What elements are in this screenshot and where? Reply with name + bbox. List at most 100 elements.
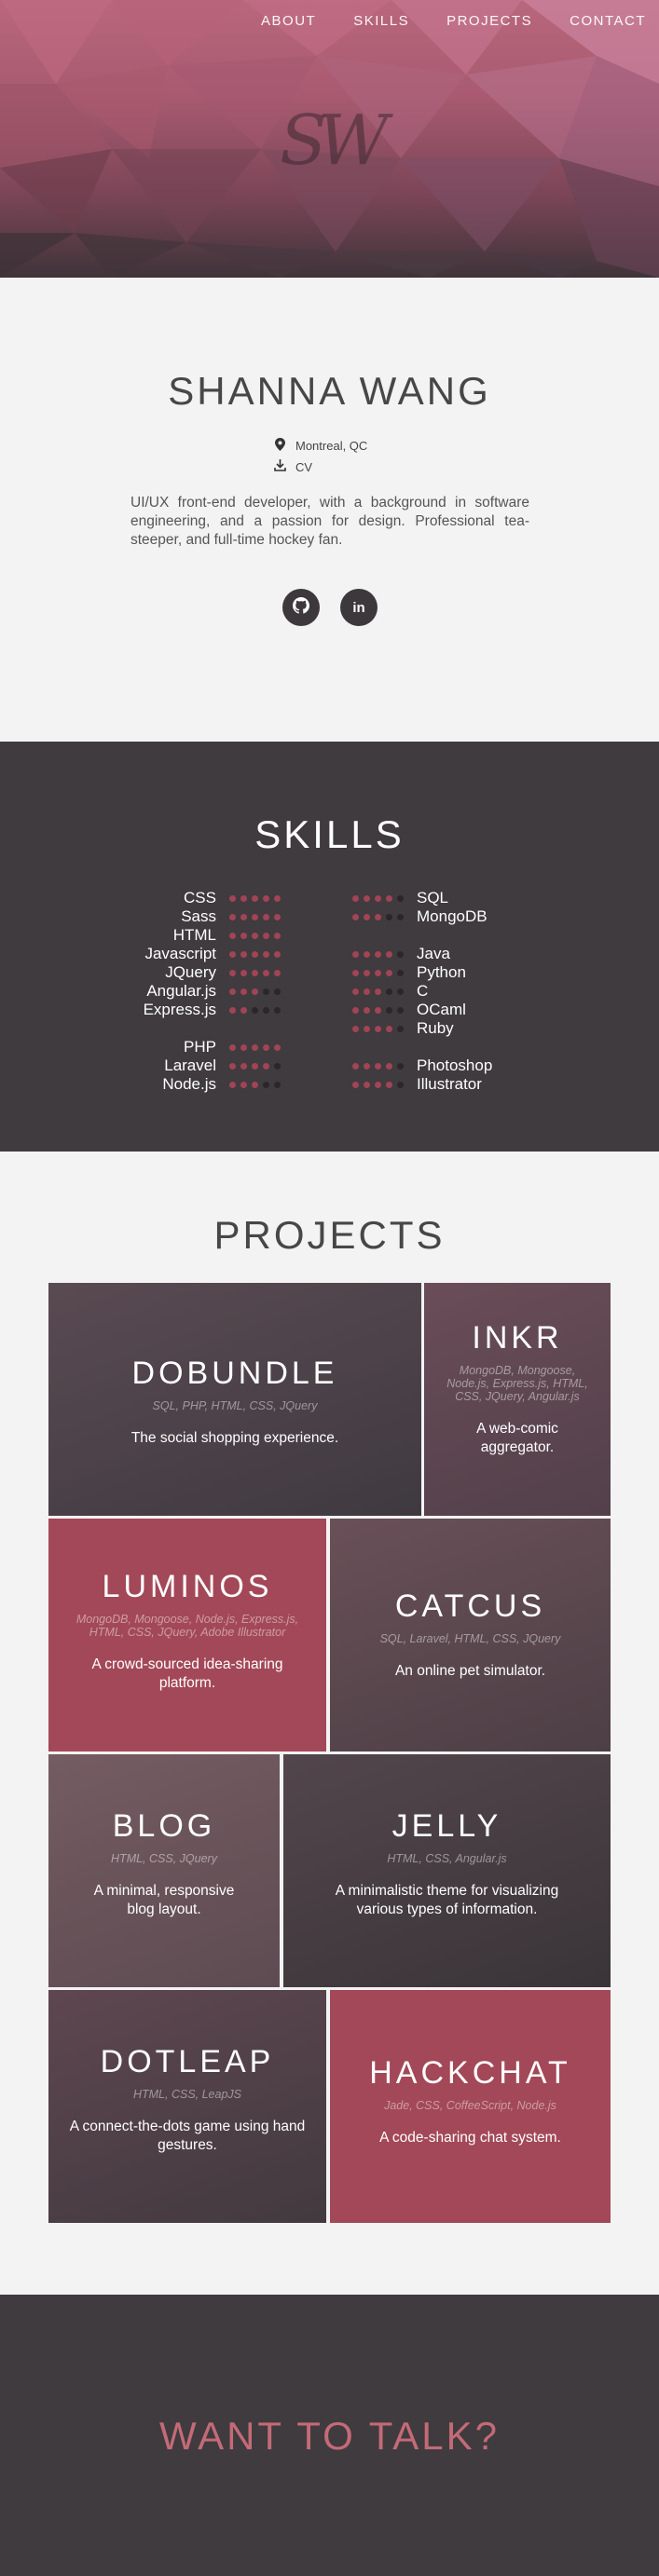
skill-dot [352, 969, 359, 976]
skill-level [229, 894, 281, 902]
skill-level [229, 969, 281, 976]
skill-dot [375, 969, 381, 976]
skill-row: CSS [142, 889, 281, 907]
skills-title: SKILLS [254, 812, 405, 856]
skill-dot [386, 1062, 392, 1070]
skill-name: HTML [172, 926, 216, 944]
skill-name: Node.js [162, 1075, 216, 1093]
skill-name: Laravel [164, 1056, 216, 1074]
skill-dot [386, 1006, 392, 1014]
skill-level [352, 1062, 404, 1070]
project-tile-content: DOTLEAP HTML, CSS, LeapJS A connect-the-do… [48, 2044, 326, 2155]
skill-dot [386, 969, 392, 976]
project-tile-inkr[interactable]: INKR MongoDB, Mongoose, Node.js, Express.… [424, 1283, 611, 1516]
nav-contact-link[interactable]: CONTACT [570, 13, 646, 29]
skill-dot [397, 1006, 404, 1014]
skill-row: Sass [142, 907, 281, 926]
skill-dot [375, 988, 381, 995]
skill-level [229, 988, 281, 995]
skill-dot [263, 894, 269, 902]
project-description: A code-sharing chat system. [379, 2130, 561, 2146]
skill-dot [229, 1043, 236, 1051]
skill-dot [274, 988, 281, 995]
skill-dot [263, 950, 269, 958]
skill-dot [375, 913, 381, 920]
contact-section: WANT TO TALK? [0, 2295, 659, 2576]
skill-level [352, 913, 404, 920]
skill-dot [397, 1062, 404, 1070]
skill-dot [252, 932, 258, 939]
skill-dot [375, 1006, 381, 1014]
skill-dot [229, 969, 236, 976]
skill-name: PHP [184, 1038, 216, 1056]
skill-dot [352, 1025, 359, 1032]
skill-dot [364, 1062, 370, 1070]
skill-row: Illustrator [352, 1075, 482, 1094]
skill-dot [364, 1025, 370, 1032]
cv-link[interactable]: CV [295, 460, 312, 474]
skill-row: Node.js [142, 1075, 281, 1094]
project-tile-dobundle[interactable]: DOBUNDLE SQL, PHP, HTML, CSS, JQuery The s… [48, 1283, 421, 1516]
skill-dot [274, 913, 281, 920]
linkedin-button[interactable]: in [340, 589, 378, 626]
project-tile-hackchat[interactable]: HACKCHAT Jade, CSS, CoffeeScript, Node.js… [330, 1990, 611, 2223]
skill-dot [240, 1062, 247, 1070]
skill-dot [375, 1025, 381, 1032]
skill-name: Python [417, 963, 466, 981]
skill-dot [240, 932, 247, 939]
skill-name: OCaml [417, 1001, 466, 1018]
project-description: A minimal, responsive blog layout. [93, 1883, 235, 1917]
skill-row: PHP [142, 1038, 281, 1056]
skill-dot [263, 1006, 269, 1014]
skill-row: JQuery [142, 963, 281, 982]
skill-dot [240, 1043, 247, 1051]
skill-dot [274, 894, 281, 902]
download-icon [273, 459, 286, 474]
skill-name: SQL [417, 889, 449, 906]
skill-dot [386, 1025, 392, 1032]
skill-dot [263, 932, 269, 939]
skill-level [229, 913, 281, 920]
project-tile-blog[interactable]: BLOG HTML, CSS, JQuery A minimal, responsi… [48, 1754, 280, 1987]
skill-row: Express.js [142, 1001, 281, 1019]
skill-dot [386, 1081, 392, 1088]
skill-dot [240, 950, 247, 958]
skill-row: Laravel [142, 1056, 281, 1075]
skill-dot [397, 950, 404, 958]
skill-level [229, 932, 281, 939]
skill-dot [263, 1043, 269, 1051]
skill-dot [229, 894, 236, 902]
skill-dot [240, 913, 247, 920]
skill-level [352, 1025, 404, 1032]
skill-dot [352, 1006, 359, 1014]
skill-dot [352, 950, 359, 958]
project-tile-luminos[interactable]: LUMINOS MongoDB, Mongoose, Node.js, Expre… [48, 1519, 326, 1751]
skill-row: Ruby [352, 1019, 454, 1038]
project-tile-jelly[interactable]: JELLY HTML, CSS, Angular.js A minimalistic… [283, 1754, 611, 1987]
nav-skills-link[interactable]: SKILLS [353, 13, 409, 29]
cv-row[interactable]: CV [273, 459, 312, 474]
nav-projects-link[interactable]: PROJECTS [446, 13, 532, 29]
skills-section: SKILLS CSS Sass HTML Javascript JQuery Angula… [0, 742, 659, 1152]
skill-dot [252, 1043, 258, 1051]
project-tech: HTML, CSS, JQuery [111, 1852, 217, 1865]
project-tile-catcus[interactable]: CATCUS SQL, Laravel, HTML, CSS, JQuery An … [330, 1519, 611, 1751]
location-text: Montreal, QC [295, 439, 368, 453]
skill-dot [252, 894, 258, 902]
project-tech: MongoDB, Mongoose, Node.js, Express.js, … [446, 1364, 588, 1403]
hero-banner: ABOUT SKILLS PROJECTS CONTACT SW [0, 0, 659, 278]
skill-row: MongoDB [352, 907, 487, 926]
project-tech: SQL, PHP, HTML, CSS, JQuery [152, 1399, 318, 1412]
nav-about-link[interactable]: ABOUT [261, 13, 316, 29]
github-button[interactable] [282, 589, 320, 626]
project-title: CATCUS [394, 1588, 546, 1624]
skill-row: OCaml [352, 1001, 466, 1019]
project-title: BLOG [112, 1808, 216, 1844]
skill-dot [274, 969, 281, 976]
project-tile-dotleap[interactable]: DOTLEAP HTML, CSS, LeapJS A connect-the-do… [48, 1990, 326, 2223]
location-row: Montreal, QC [273, 438, 367, 454]
skill-dot [252, 988, 258, 995]
skill-dot [274, 1043, 281, 1051]
skill-name: Ruby [417, 1019, 454, 1037]
skill-dot [364, 950, 370, 958]
